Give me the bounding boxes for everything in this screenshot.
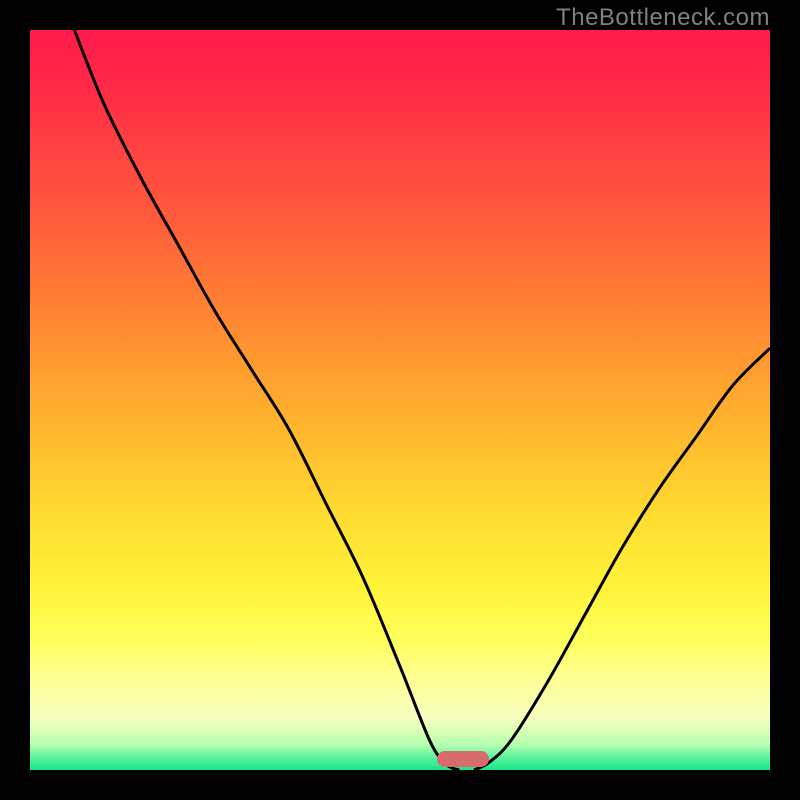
- plot-area: [30, 30, 770, 770]
- chart-frame: TheBottleneck.com: [0, 0, 800, 800]
- optimal-marker-pill: [437, 751, 489, 767]
- watermark-text: TheBottleneck.com: [556, 4, 770, 32]
- bottleneck-curve: [30, 30, 770, 770]
- curve-right-branch: [474, 348, 770, 770]
- curve-left-branch: [74, 30, 459, 770]
